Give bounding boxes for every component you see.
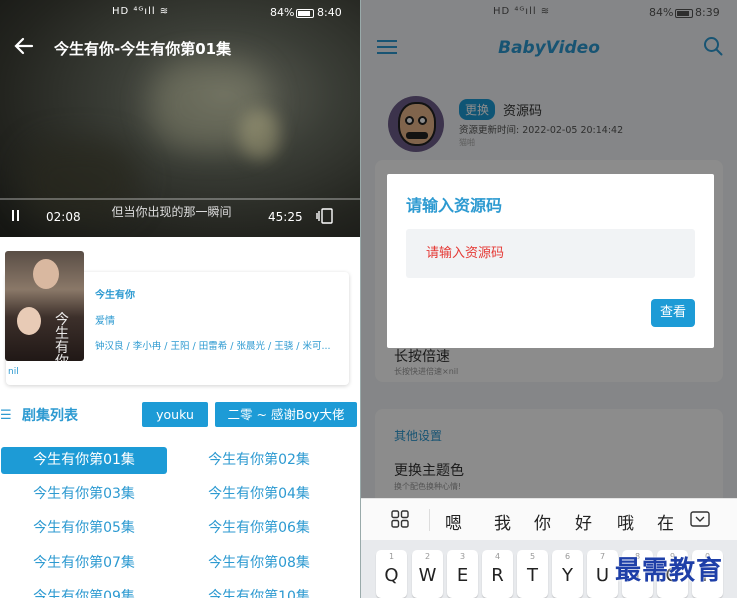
candidate-word[interactable]: 嗯 [445, 509, 462, 534]
episode-item[interactable]: 今生有你第10集 [176, 584, 342, 598]
pause-icon[interactable] [12, 210, 22, 224]
episode-item[interactable]: 今生有你第04集 [176, 481, 342, 508]
source-erling-button[interactable]: 二零 ~ 感谢Boy大佬 [215, 402, 357, 427]
watermark: 最需教育 [615, 556, 724, 586]
episodes-header: 剧集列表 [22, 408, 78, 424]
battery-percent: 84% [270, 6, 295, 19]
key[interactable]: 5T [517, 550, 548, 598]
fullscreen-icon[interactable] [316, 208, 334, 224]
video-player[interactable]: HD ⁴ᴳıll ≋ 84% 8:40 今生有你-今生有你第01集 但当你出现的… [0, 0, 361, 237]
source-youku-button[interactable]: youku [142, 402, 208, 427]
clock: 8:40 [317, 6, 342, 19]
settings-screen: HD ⁴ᴳıll ≋ 84% 8:39 BabyVideo 更换 资源码 资源更… [361, 0, 737, 598]
progress-bar[interactable] [0, 198, 361, 200]
back-arrow-icon[interactable] [12, 34, 36, 58]
video-frame-light [240, 110, 280, 160]
candidate-word[interactable]: 好 [575, 509, 592, 534]
video-detail-screen: HD ⁴ᴳıll ≋ 84% 8:40 今生有你-今生有你第01集 但当你出现的… [0, 0, 361, 598]
grid-icon[interactable] [391, 510, 409, 528]
poster-image: 今生有你 [5, 251, 84, 361]
candidate-word[interactable]: 哦 [617, 509, 634, 534]
list-icon: ☰ [0, 408, 12, 423]
source-code-input[interactable] [406, 229, 695, 278]
episode-item[interactable]: 今生有你第03集 [1, 481, 167, 508]
key[interactable]: 4R [482, 550, 513, 598]
signal-icon: HD ⁴ᴳıll ≋ [112, 6, 170, 17]
info-title: 今生有你 [95, 290, 135, 301]
episode-item[interactable]: 今生有你第09集 [1, 584, 167, 598]
episode-item[interactable]: 今生有你第07集 [1, 550, 167, 577]
key[interactable]: 3E [447, 550, 478, 598]
candidate-word[interactable]: 在 [657, 509, 674, 534]
episode-item[interactable]: 今生有你第06集 [176, 515, 342, 542]
episode-item[interactable]: 今生有你第02集 [176, 447, 342, 474]
candidate-word[interactable]: 我 [494, 509, 511, 534]
poster-title: 今生有你 [55, 312, 69, 361]
hide-keyboard-icon[interactable] [690, 511, 710, 527]
episode-item[interactable]: 今生有你第05集 [1, 515, 167, 542]
info-cast: 钟汉良 / 李小冉 / 王阳 / 田雷希 / 张晨光 / 王骁 / 米可... [95, 341, 331, 352]
candidate-separator [429, 509, 430, 531]
key[interactable]: 1Q [376, 550, 407, 598]
key[interactable]: 2W [412, 550, 443, 598]
candidate-word[interactable]: 你 [534, 509, 551, 534]
duration: 45:25 [268, 210, 303, 224]
episode-item[interactable]: 今生有你第08集 [176, 550, 342, 577]
view-button[interactable]: 查看 [651, 299, 695, 327]
episode-item[interactable]: 今生有你第01集 [1, 447, 167, 474]
key[interactable]: 7U [587, 550, 618, 598]
battery-icon [296, 8, 315, 18]
status-bar: HD ⁴ᴳıll ≋ 84% 8:40 [0, 0, 361, 26]
source-code-dialog: 请输入资源码 查看 [387, 174, 714, 348]
battery-indicator: 84% [270, 6, 315, 19]
poster-caption: nil [8, 367, 19, 377]
dialog-title: 请输入资源码 [406, 196, 503, 215]
info-genre: 爱情 [95, 316, 115, 327]
current-time: 02:08 [46, 210, 81, 224]
key[interactable]: 6Y [552, 550, 583, 598]
ime-candidate-bar: 嗯 我 你 好 哦 在 [361, 498, 737, 540]
video-title: 今生有你-今生有你第01集 [54, 40, 232, 58]
